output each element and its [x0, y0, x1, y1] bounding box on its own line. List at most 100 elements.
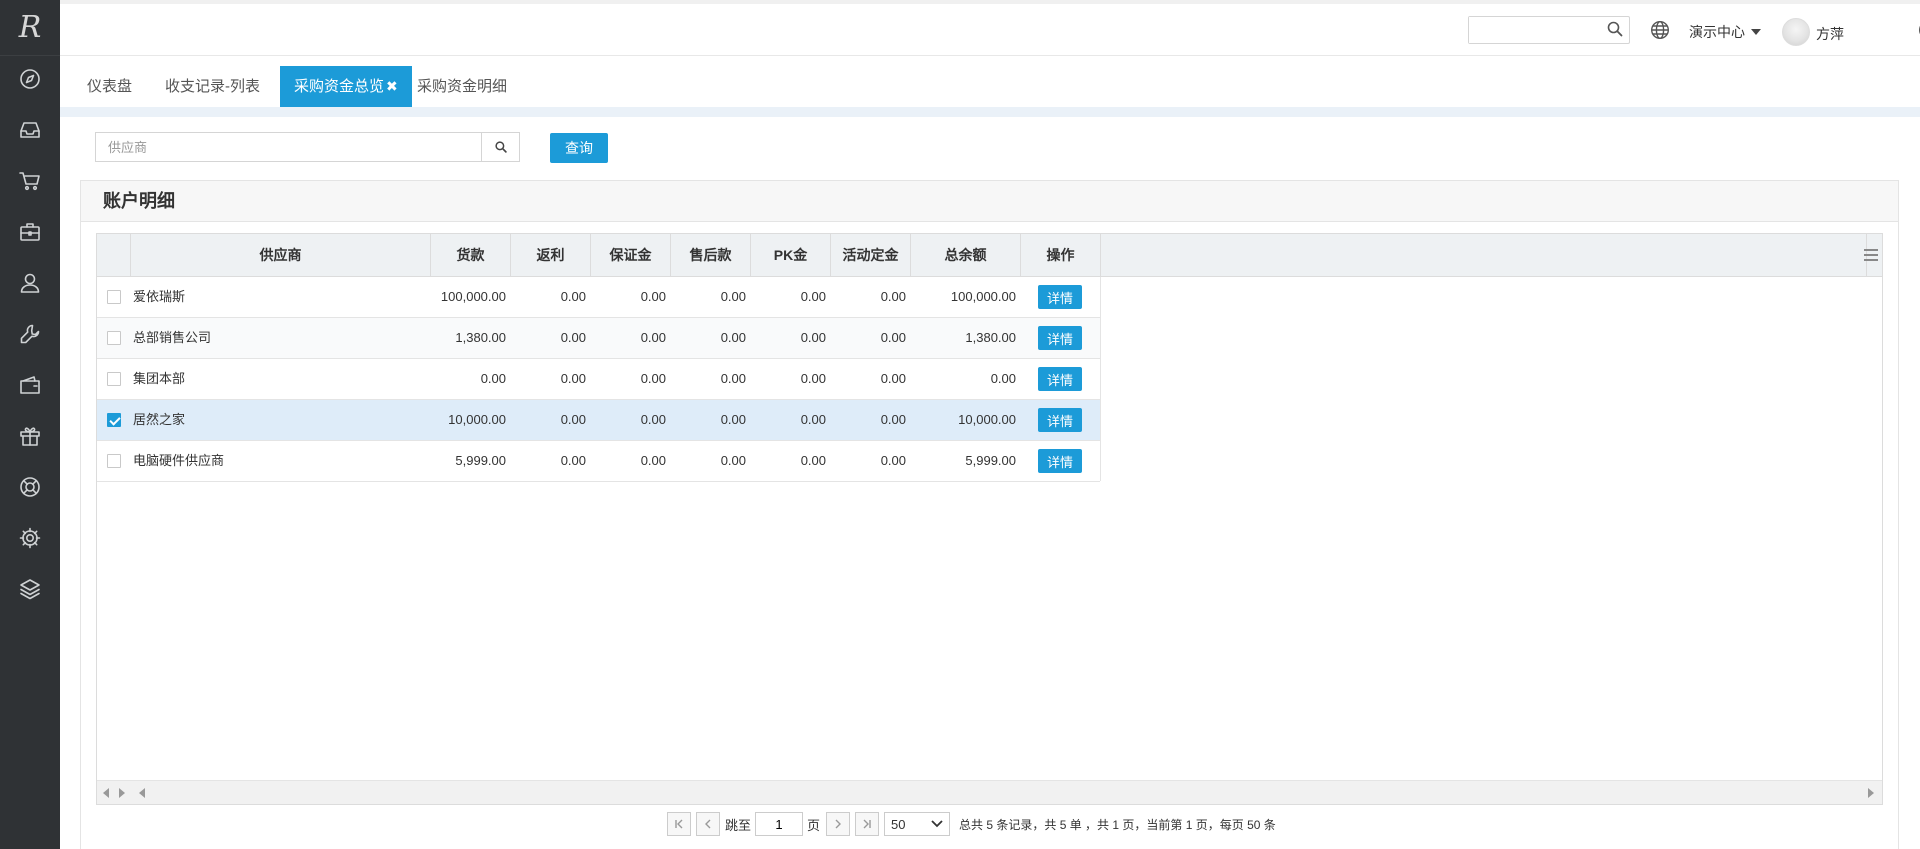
layers-icon[interactable]: [15, 574, 45, 604]
pager-info: 总共 5 条记录，共 5 单 ，共 1 页，当前第 1 页，每页 50 条: [959, 817, 1276, 832]
lifebuoy-icon[interactable]: [15, 472, 45, 502]
cell-goods: 100,000.00: [440, 289, 506, 304]
center-label: 演示中心: [1689, 24, 1745, 40]
column-menu-icon[interactable]: [1864, 246, 1878, 262]
tab-label: 采购资金明细: [417, 78, 508, 95]
avatar[interactable]: [1782, 18, 1810, 46]
briefcase-icon[interactable]: [15, 217, 45, 247]
cell-aftersale: 0.00: [720, 371, 746, 386]
page-unit: 页: [807, 817, 821, 833]
cell-supplier: 集团本部: [133, 371, 186, 386]
cell-aftersale: 0.00: [720, 289, 746, 304]
prev-page-button[interactable]: [696, 812, 720, 836]
supplier-filter-input[interactable]: [96, 133, 483, 161]
center-dropdown[interactable]: 演示中心: [1689, 22, 1761, 42]
detail-button[interactable]: 详情: [1038, 449, 1082, 473]
supplier-filter-box[interactable]: [95, 132, 483, 162]
supplier-search-button[interactable]: [481, 132, 520, 162]
table-row[interactable]: 居然之家 10,000.00 0.00 0.00 0.00 0.00 0.00 10,000.…: [97, 400, 1100, 441]
top-search-input[interactable]: [1469, 17, 1599, 43]
tab-label: 仪表盘: [87, 78, 133, 95]
scroll-left-icon[interactable]: [103, 788, 109, 798]
cell-activity: 0.00: [880, 371, 906, 386]
col-deposit[interactable]: 保证金: [591, 234, 671, 277]
col-supplier[interactable]: 供应商: [131, 234, 431, 277]
cell-rebate: 0.00: [560, 289, 586, 304]
cell-activity: 0.00: [880, 330, 906, 345]
last-page-button[interactable]: [855, 812, 880, 836]
col-goods[interactable]: 货款: [431, 234, 511, 277]
col-total[interactable]: 总余额: [911, 234, 1021, 277]
cell-deposit: 0.00: [640, 330, 666, 345]
cell-pk: 0.00: [800, 453, 826, 468]
compass-icon[interactable]: [15, 64, 45, 94]
row-checkbox[interactable]: [107, 454, 121, 468]
grid-body-border: [1100, 277, 1101, 481]
first-page-button[interactable]: [667, 812, 691, 836]
top-search-box[interactable]: [1468, 16, 1630, 44]
cell-rebate: 0.00: [560, 330, 586, 345]
col-activity[interactable]: 活动定金: [831, 234, 911, 277]
scroll-left-end-icon[interactable]: [139, 788, 145, 798]
tab-income-expense-list[interactable]: 收支记录-列表: [165, 66, 260, 107]
page-number-input[interactable]: [755, 812, 804, 836]
horizontal-scrollbar[interactable]: [97, 780, 1882, 804]
col-action: 操作: [1021, 234, 1101, 277]
scroll-right-end-icon[interactable]: [1868, 788, 1874, 798]
detail-button[interactable]: 详情: [1038, 326, 1082, 350]
row-checkbox[interactable]: [107, 331, 121, 345]
cart-icon[interactable]: [15, 166, 45, 196]
scroll-right-icon[interactable]: [119, 788, 125, 798]
col-rebate[interactable]: 返利: [511, 234, 591, 277]
tab-purchase-fund-detail[interactable]: 采购资金明细: [417, 66, 507, 107]
cell-total: 0.00: [990, 371, 1016, 386]
user-name[interactable]: 方萍: [1816, 24, 1844, 44]
detail-button[interactable]: 详情: [1038, 367, 1082, 391]
next-page-button[interactable]: [826, 812, 851, 836]
row-checkbox[interactable]: [107, 372, 121, 386]
col-aftersale[interactable]: 售后款: [671, 234, 751, 277]
cell-rebate: 0.00: [560, 371, 586, 386]
sidebar: R: [0, 0, 60, 849]
row-checkbox[interactable]: [107, 413, 121, 427]
table-row[interactable]: 爱依瑞斯 100,000.00 0.00 0.00 0.00 0.00 0.00 100,00…: [97, 277, 1100, 318]
page-size-select[interactable]: 50: [884, 812, 951, 836]
col-pk[interactable]: PK金: [751, 234, 831, 277]
cell-pk: 0.00: [800, 330, 826, 345]
query-button[interactable]: 查询: [550, 133, 608, 163]
globe-icon[interactable]: [1650, 20, 1670, 43]
cell-total: 5,999.00: [965, 453, 1016, 468]
table-row[interactable]: 总部销售公司 1,380.00 0.00 0.00 0.00 0.00 0.00 1,380.…: [97, 318, 1100, 359]
close-icon[interactable]: ✖: [386, 78, 398, 94]
gear-icon[interactable]: [15, 523, 45, 553]
wallet-icon[interactable]: [15, 370, 45, 400]
inbox-icon[interactable]: [15, 115, 45, 145]
cell-activity: 0.00: [880, 412, 906, 427]
account-detail-card: 账户明细 供应商 货款 返利 保证金 售后款 PK金 活动定金 总余额 操作 爱…: [80, 180, 1899, 849]
top-header: 演示中心 方萍: [60, 0, 1920, 56]
cell-goods: 10,000.00: [448, 412, 506, 427]
table-row[interactable]: 电脑硬件供应商 5,999.00 0.00 0.00 0.00 0.00 0.00 5,999…: [97, 441, 1100, 482]
cell-goods: 0.00: [480, 371, 506, 386]
chevron-down-icon: [931, 820, 943, 828]
gift-icon[interactable]: [15, 421, 45, 451]
detail-button[interactable]: 详情: [1038, 285, 1082, 309]
row-checkbox[interactable]: [107, 290, 121, 304]
tab-dashboard[interactable]: 仪表盘: [87, 66, 132, 107]
card-title: 账户明细: [81, 181, 1898, 222]
user-icon[interactable]: [15, 268, 45, 298]
app-logo[interactable]: R: [0, 0, 60, 56]
cell-goods: 1,380.00: [455, 330, 506, 345]
tab-purchase-fund-overview[interactable]: 采购资金总览 ✖: [280, 66, 412, 107]
search-icon[interactable]: [1607, 21, 1623, 40]
cell-pk: 0.00: [800, 371, 826, 386]
account-grid: 供应商 货款 返利 保证金 售后款 PK金 活动定金 总余额 操作 爱依瑞斯 10…: [96, 233, 1883, 805]
cell-aftersale: 0.00: [720, 330, 746, 345]
cell-total: 10,000.00: [958, 412, 1016, 427]
cell-rebate: 0.00: [560, 412, 586, 427]
cell-supplier: 总部销售公司: [133, 330, 212, 345]
wrench-icon[interactable]: [15, 319, 45, 349]
logo-text: R: [18, 10, 42, 45]
detail-button[interactable]: 详情: [1038, 408, 1082, 432]
table-row[interactable]: 集团本部 0.00 0.00 0.00 0.00 0.00 0.00 0.00 详情: [97, 359, 1100, 400]
